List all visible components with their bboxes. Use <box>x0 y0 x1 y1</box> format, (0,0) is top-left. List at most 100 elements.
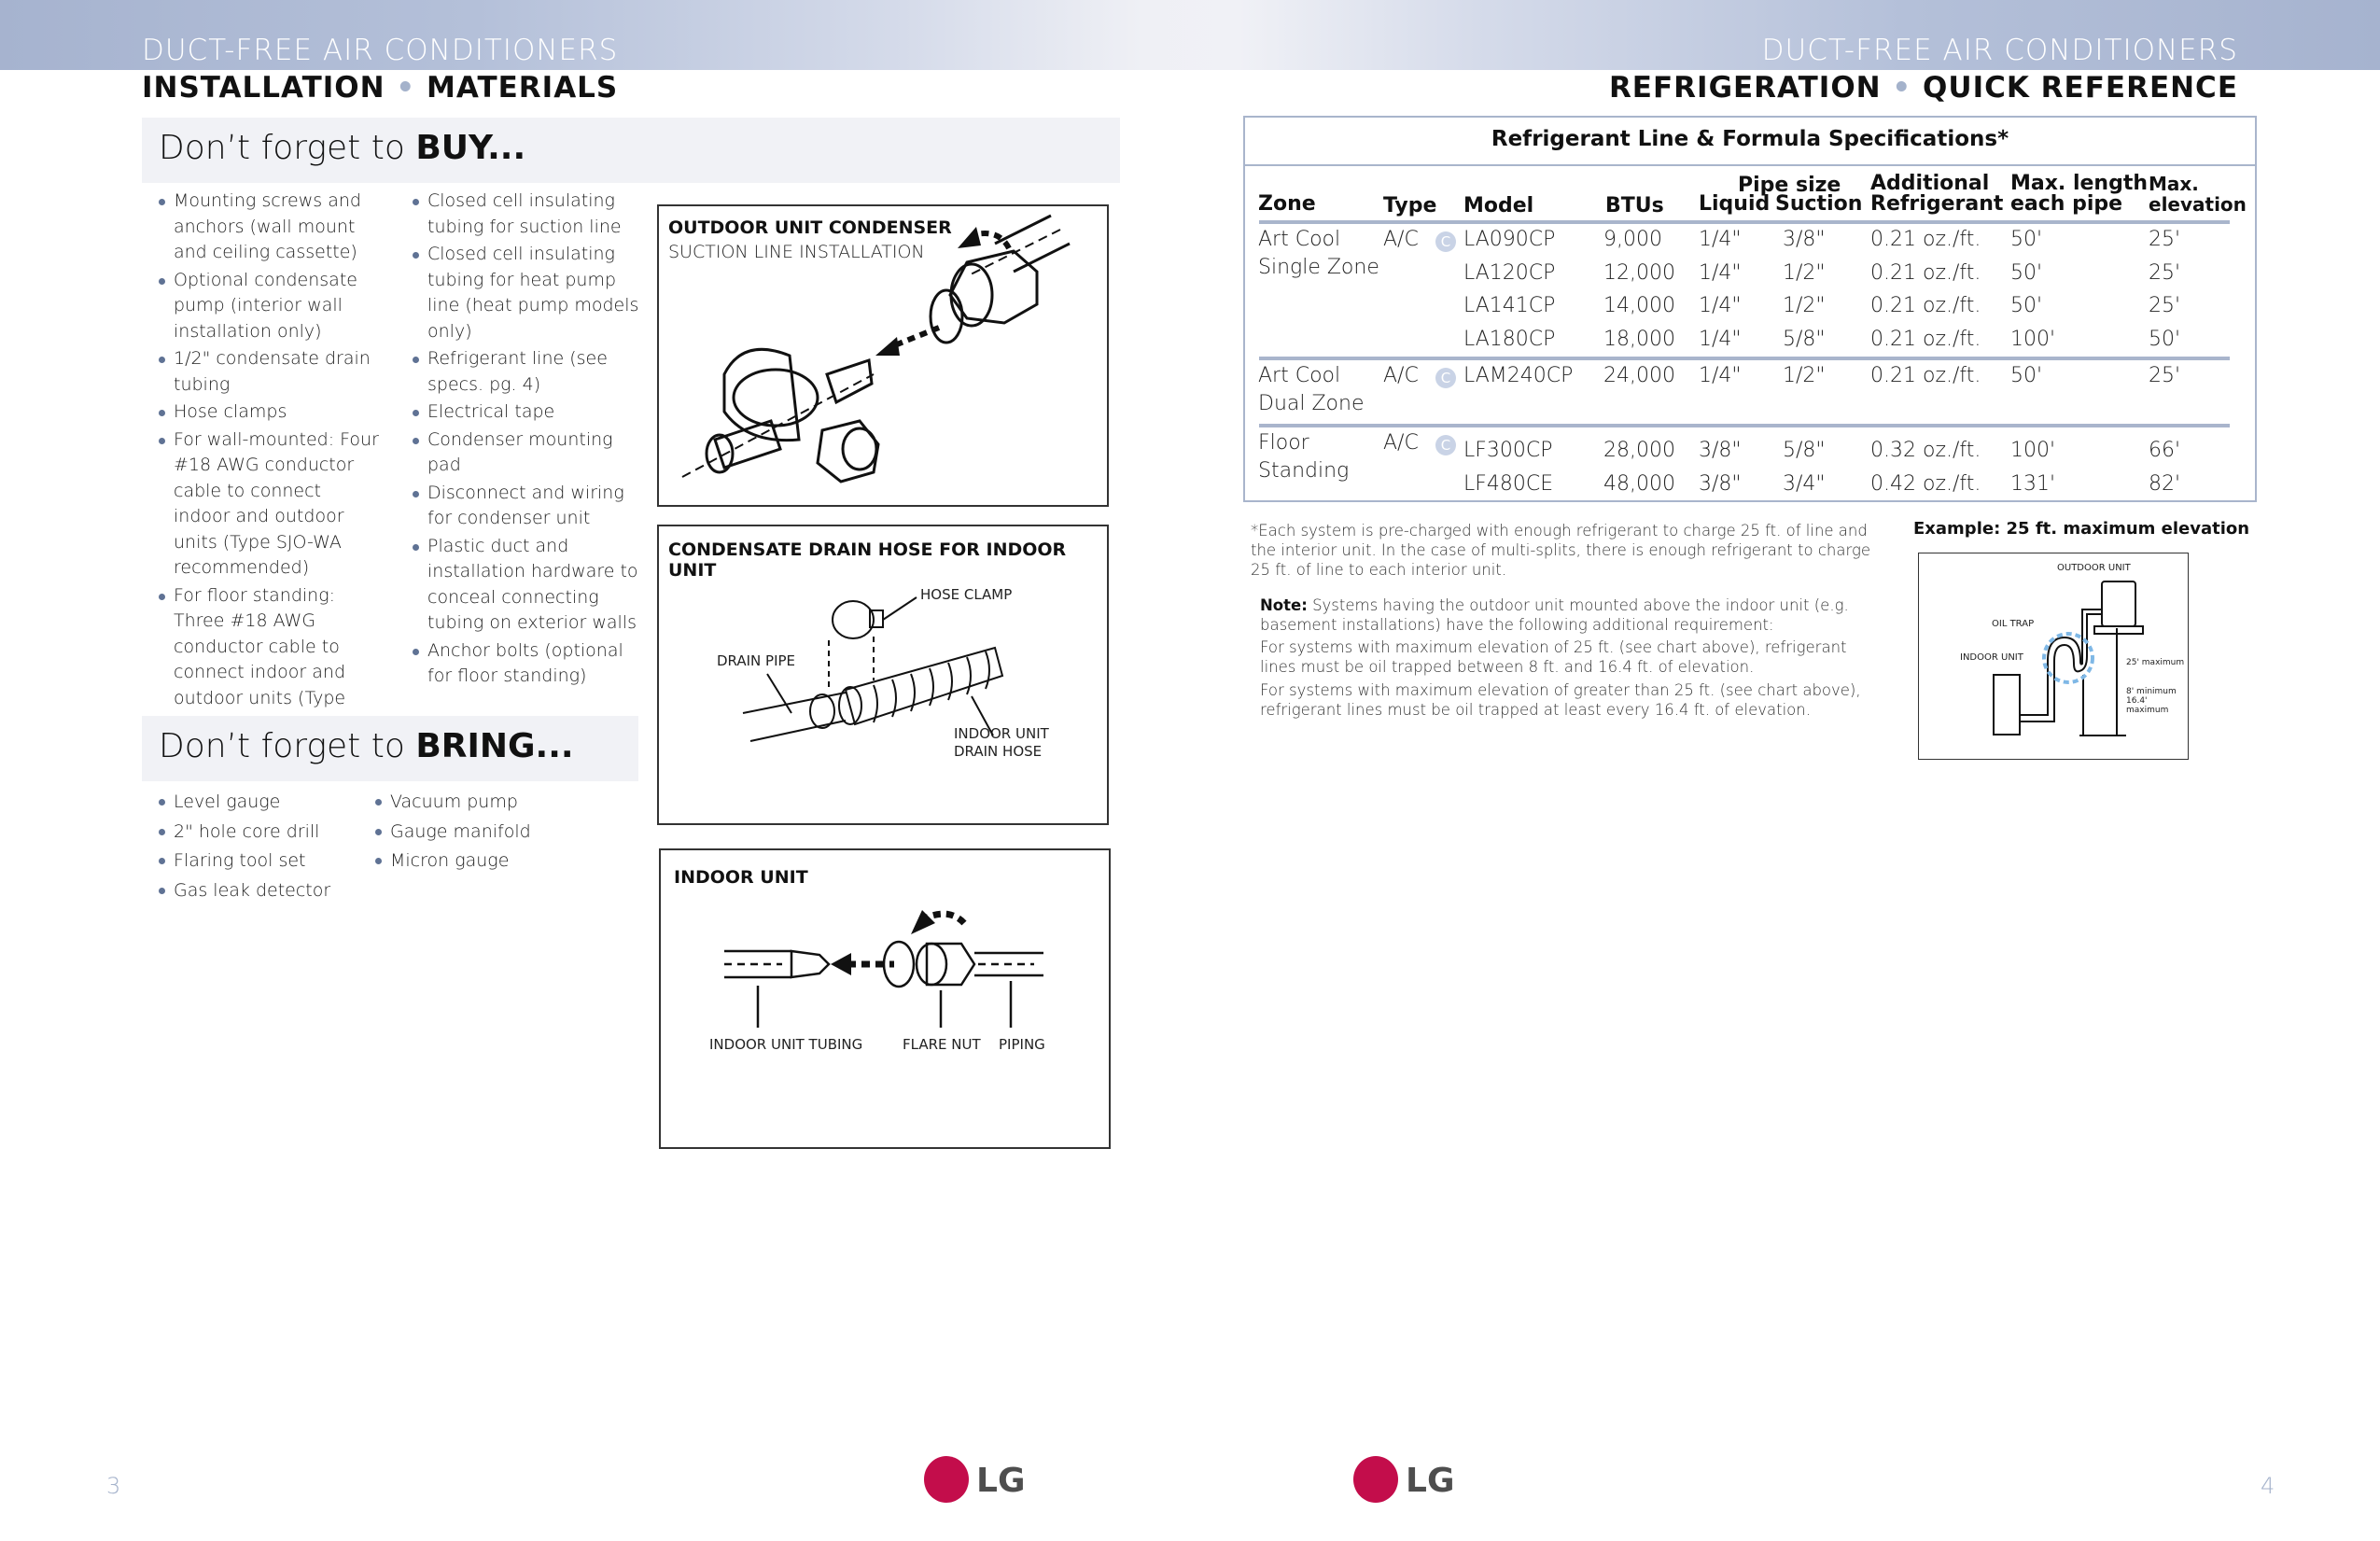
cell-refrigerant: 0.21 oz./ft. <box>1870 294 1981 317</box>
header-elevation: elevation <box>2149 193 2247 216</box>
cell-btus: 12,000 <box>1603 260 1675 285</box>
cell-max-elevation: 82' <box>2149 471 2181 496</box>
example-title: Example: 25 ft. maximum elevation <box>1913 519 2250 539</box>
unit-type: A/C <box>1383 431 1419 455</box>
lg-face-icon <box>1353 1456 1398 1503</box>
cell-model: LA141CP <box>1463 294 1556 317</box>
table-caption: Refrigerant Line & Formula Specification… <box>1245 118 2255 166</box>
page-number-left: 3 <box>106 1473 121 1499</box>
header-refrigerant: Refrigerant <box>1870 192 2004 216</box>
list-item: Flaring tool set <box>157 848 362 876</box>
header-additional: Additional <box>1870 172 1990 195</box>
cell-liquid: 1/4" <box>1699 327 1742 351</box>
header-btus: BTUs <box>1605 194 1664 217</box>
list-item: Hose clamps <box>157 399 381 426</box>
bring-list-col2: Vacuum pump Gauge manifold Micron gauge <box>373 789 579 877</box>
cell-max-length: 50' <box>2010 364 2043 387</box>
cell-max-elevation: 25' <box>2149 294 2181 317</box>
list-item: Mounting screws and anchors (wall mount … <box>157 189 381 266</box>
cell-max-length: 131' <box>2010 471 2056 496</box>
lg-face-icon <box>924 1456 969 1503</box>
cell-liquid: 1/4" <box>1699 260 1742 285</box>
footnote: *Each system is pre-charged with enough … <box>1251 522 1871 579</box>
cell-max-elevation: 66' <box>2149 439 2181 462</box>
section-label: INSTALLATION <box>142 71 385 105</box>
list-item: Electrical tape <box>411 399 644 426</box>
list-item: Micron gauge <box>373 848 579 876</box>
header-zone: Zone <box>1258 192 1316 216</box>
note-paragraph: Note: Systems having the outdoor unit mo… <box>1260 596 1849 634</box>
cell-refrigerant: 0.21 oz./ft. <box>1870 364 1981 387</box>
figure-oil-trap-example: OUTDOOR UNIT OIL TRAP INDOOR UNIT 25' ma… <box>1918 553 2189 760</box>
cell-liquid: 3/8" <box>1699 471 1742 496</box>
series-title-left: DUCT-FREE AIR CONDITIONERS <box>142 34 619 67</box>
buy-list-col1: Mounting screws and anchors (wall mount … <box>157 189 381 739</box>
zone-name: Standing <box>1258 459 1350 483</box>
figure-indoor-unit: INDOOR UNIT INDOOR UNIT TUBING FLARE NUT… <box>659 848 1111 1149</box>
page-heading-left: INSTALLATION • MATERIALS <box>142 71 618 105</box>
cell-suction: 1/2" <box>1783 260 1826 285</box>
buy-heading: Don’t forget to BUY... <box>159 129 526 167</box>
cell-model: LA090CP <box>1463 228 1556 251</box>
subsection-label: QUICK REFERENCE <box>1923 71 2238 105</box>
cell-refrigerant: 0.42 oz./ft. <box>1870 471 1981 496</box>
page-number-right: 4 <box>2261 1473 2275 1499</box>
cell-max-length: 50' <box>2010 260 2043 285</box>
cell-model: LA120CP <box>1463 260 1556 285</box>
cell-max-length: 50' <box>2010 228 2043 251</box>
group-rule <box>1259 357 2230 360</box>
cell-max-elevation: 25' <box>2149 364 2181 387</box>
cell-btus: 24,000 <box>1603 364 1675 387</box>
subsection-label: MATERIALS <box>427 71 619 105</box>
list-item: For floor standing: Three #18 AWG conduc… <box>157 583 381 737</box>
list-item: 1/2" condensate drain tubing <box>157 346 381 398</box>
cell-suction: 5/8" <box>1783 327 1826 351</box>
zone-name: Floor <box>1258 431 1309 455</box>
cell-suction: 5/8" <box>1783 439 1826 462</box>
note-rule-2: For systems with maximum elevation of gr… <box>1260 681 1861 719</box>
cell-btus: 28,000 <box>1603 439 1675 462</box>
list-item: Anchor bolts (optional for floor standin… <box>411 638 644 690</box>
zone-name: Single Zone <box>1258 256 1379 279</box>
cooling-badge-icon: C <box>1435 435 1456 455</box>
buy-list-col2: Closed cell insulating tubing for suctio… <box>411 189 644 692</box>
bring-heading-panel: Don’t forget to BRING... <box>142 716 638 781</box>
cell-refrigerant: 0.21 oz./ft. <box>1870 228 1981 251</box>
unit-type: A/C <box>1383 364 1419 387</box>
list-item: Closed cell insulating tubing for heat p… <box>411 242 644 344</box>
zone-name: Art Cool <box>1258 364 1341 387</box>
cell-btus: 9,000 <box>1603 228 1662 251</box>
list-item: Optional condensate pump (interior wall … <box>157 268 381 345</box>
page-heading-right: REFRIGERATION • QUICK REFERENCE <box>1609 71 2238 105</box>
header-liquid: Liquid <box>1699 192 1771 216</box>
service-valve-illustration <box>681 214 1071 483</box>
cell-max-elevation: 25' <box>2149 260 2181 285</box>
cell-liquid: 1/4" <box>1699 364 1742 387</box>
cell-model: LF300CP <box>1463 439 1553 462</box>
list-item: Refrigerant line (see specs. pg. 4) <box>411 346 644 398</box>
buy-heading-panel: Don’t forget to BUY... <box>142 118 1120 183</box>
list-item: 2" hole core drill <box>157 819 362 847</box>
cell-model: LAM240CP <box>1463 364 1574 387</box>
cell-max-length: 100' <box>2010 439 2056 462</box>
list-item: Gas leak detector <box>157 877 362 905</box>
cooling-badge-icon: C <box>1435 231 1456 252</box>
series-title-right: DUCT-FREE AIR CONDITIONERS <box>1761 34 2238 67</box>
cell-liquid: 1/4" <box>1699 228 1742 251</box>
list-item: Condenser mounting pad <box>411 427 644 479</box>
refrigerant-spec-table: Refrigerant Line & Formula Specification… <box>1243 116 2257 502</box>
cell-max-length: 100' <box>2010 327 2056 351</box>
header-type: Type <box>1383 194 1437 217</box>
list-item: Closed cell insulating tubing for suctio… <box>411 189 644 240</box>
cell-btus: 48,000 <box>1603 471 1675 496</box>
cell-btus: 14,000 <box>1603 294 1675 317</box>
zone-name: Art Cool <box>1258 228 1341 251</box>
figure-outdoor-unit: OUTDOOR UNIT CONDENSER SUCTION LINE INST… <box>657 204 1109 507</box>
cell-suction: 3/4" <box>1783 471 1826 496</box>
bring-heading: Don’t forget to BRING... <box>159 727 574 765</box>
cell-model: LA180CP <box>1463 327 1556 351</box>
list-item: Level gauge <box>157 789 362 817</box>
unit-type: A/C <box>1383 228 1419 251</box>
header-max-length: Max. length <box>2010 172 2148 195</box>
cell-model: LF480CE <box>1463 471 1554 496</box>
